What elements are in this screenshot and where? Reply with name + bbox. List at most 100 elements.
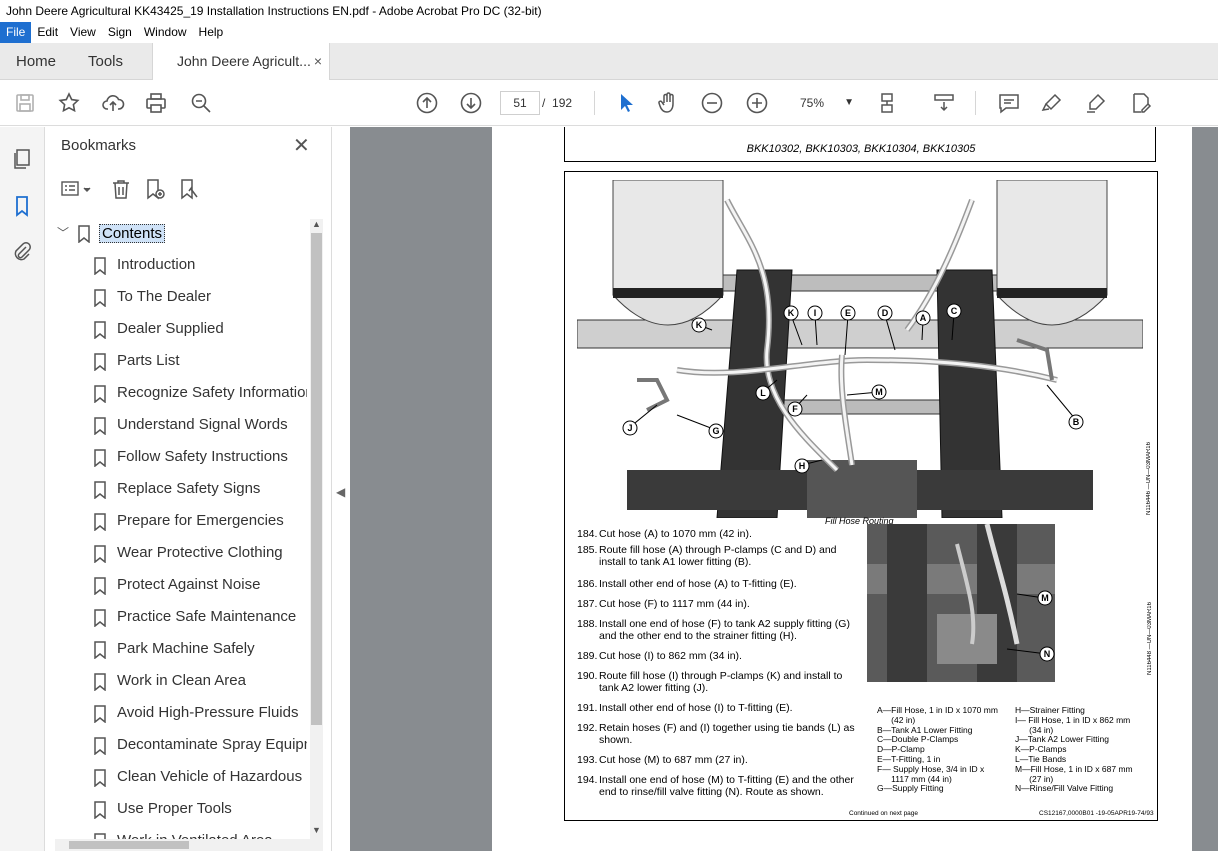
bookmark-item[interactable]: Prepare for Emergencies bbox=[55, 509, 307, 535]
zoom-out-icon[interactable] bbox=[700, 91, 724, 115]
scroll-down-icon[interactable]: ▼ bbox=[312, 825, 321, 835]
tab-bar: Home Tools John Deere Agricult... × bbox=[0, 43, 1218, 81]
bookmark-item[interactable]: Work in Clean Area bbox=[55, 669, 307, 695]
bookmark-item[interactable]: Use Proper Tools bbox=[55, 797, 307, 823]
star-icon[interactable] bbox=[57, 91, 81, 115]
bookmark-icon bbox=[94, 641, 106, 659]
document-code: CS12167,0000B01 -19-05APR19-74/93 bbox=[1039, 810, 1154, 817]
scroll-up-icon[interactable]: ▲ bbox=[312, 219, 321, 229]
menu-window[interactable]: Window bbox=[138, 22, 193, 43]
bookmark-item[interactable]: Replace Safety Signs bbox=[55, 477, 307, 503]
step-number: 194. bbox=[577, 774, 598, 786]
sign-pen-icon[interactable] bbox=[1084, 91, 1108, 115]
menu-view[interactable]: View bbox=[64, 22, 102, 43]
menu-sign[interactable]: Sign bbox=[102, 22, 138, 43]
page-thumbnails-icon[interactable] bbox=[10, 147, 34, 171]
bookmark-item[interactable]: Protect Against Noise bbox=[55, 573, 307, 599]
bookmark-item[interactable]: Recognize Safety Information bbox=[55, 381, 307, 407]
step-text: Retain hoses (F) and (I) together using … bbox=[599, 722, 855, 746]
bookmark-icon bbox=[94, 673, 106, 691]
collapse-panel-icon[interactable]: ◀ bbox=[336, 485, 345, 499]
bookmark-item[interactable]: Wear Protective Clothing bbox=[55, 541, 307, 567]
tab-document[interactable]: John Deere Agricult... × bbox=[152, 43, 330, 81]
bookmark-item[interactable]: Practice Safe Maintenance bbox=[55, 605, 307, 631]
menu-help[interactable]: Help bbox=[193, 22, 230, 43]
bookmark-panel-icon[interactable] bbox=[10, 194, 34, 218]
svg-text:D: D bbox=[882, 308, 889, 318]
menu-bar: File Edit View Sign Window Help bbox=[0, 22, 1218, 43]
next-page-icon[interactable] bbox=[459, 91, 483, 115]
new-bookmark-icon[interactable] bbox=[143, 177, 167, 201]
bookmark-item[interactable]: Understand Signal Words bbox=[55, 413, 307, 439]
bookmark-options-icon[interactable] bbox=[59, 177, 95, 201]
edit-pdf-icon[interactable] bbox=[1129, 91, 1153, 115]
bookmark-icon bbox=[94, 353, 106, 371]
scroll-mode-icon[interactable] bbox=[932, 91, 956, 115]
bookmark-item[interactable]: Work in Ventilated Area bbox=[55, 829, 307, 839]
step-number: 192. bbox=[577, 722, 598, 734]
step-number: 188. bbox=[577, 618, 598, 630]
menu-file[interactable]: File bbox=[0, 22, 32, 43]
comment-icon[interactable] bbox=[997, 91, 1021, 115]
save-icon[interactable] bbox=[13, 91, 37, 115]
step-number: 186. bbox=[577, 578, 598, 590]
page-header-box: BKK10302, BKK10303, BKK10304, BKK10305 bbox=[564, 127, 1156, 162]
bookmark-label: Dealer Supplied bbox=[117, 320, 224, 337]
bookmark-icon bbox=[94, 289, 106, 307]
bookmark-root-contents[interactable]: ﹀ Contents bbox=[55, 221, 307, 247]
previous-page-icon[interactable] bbox=[415, 91, 439, 115]
close-icon[interactable]: ✕ bbox=[293, 133, 310, 158]
bookmark-item[interactable]: Parts List bbox=[55, 349, 307, 375]
bookmark-item[interactable]: Clean Vehicle of Hazardous C bbox=[55, 765, 307, 791]
bookmark-item[interactable]: Dealer Supplied bbox=[55, 317, 307, 343]
scrollbar-thumb[interactable] bbox=[69, 841, 189, 849]
bookmark-item[interactable]: Avoid High-Pressure Fluids bbox=[55, 701, 307, 727]
page-number-input[interactable]: 51 bbox=[500, 91, 540, 115]
tab-document-label: John Deere Agricult... bbox=[177, 53, 311, 69]
tab-tools[interactable]: Tools bbox=[88, 43, 123, 80]
bookmark-item[interactable]: Decontaminate Spray Equipm bbox=[55, 733, 307, 759]
step-text: Install other end of hose (A) to T-fitti… bbox=[599, 578, 797, 590]
pdf-page: BKK10302, BKK10303, BKK10304, BKK10305 K… bbox=[492, 127, 1192, 851]
document-viewport[interactable]: BKK10302, BKK10303, BKK10304, BKK10305 K… bbox=[350, 127, 1218, 851]
bookmarks-horizontal-scrollbar[interactable] bbox=[55, 839, 323, 851]
menu-edit[interactable]: Edit bbox=[31, 22, 64, 43]
scrollbar-thumb[interactable] bbox=[311, 233, 322, 725]
svg-text:B: B bbox=[1073, 417, 1080, 427]
bookmark-item[interactable]: To The Dealer bbox=[55, 285, 307, 311]
figure-id: N116446 —UN—03MAR16 bbox=[1146, 442, 1152, 515]
page-total-count: 192 bbox=[552, 96, 573, 110]
bookmark-item[interactable]: Introduction bbox=[55, 253, 307, 279]
zoom-in-icon[interactable] bbox=[745, 91, 769, 115]
bookmarks-scrollbar[interactable]: ▲ ▼ bbox=[310, 219, 323, 839]
page-fit-icon[interactable] bbox=[876, 91, 900, 115]
zoom-level-select[interactable]: 75% ▼ bbox=[790, 91, 858, 115]
bookmark-icon bbox=[78, 225, 90, 243]
tab-home[interactable]: Home bbox=[16, 43, 56, 80]
bookmark-label: Contents bbox=[99, 224, 166, 243]
zoom-search-icon[interactable] bbox=[189, 91, 213, 115]
upload-cloud-icon[interactable] bbox=[101, 91, 125, 115]
svg-text:I: I bbox=[814, 308, 817, 318]
find-bookmark-icon[interactable] bbox=[177, 177, 201, 201]
bookmark-label: Park Machine Safely bbox=[117, 640, 255, 657]
step-number: 185. bbox=[577, 544, 598, 556]
select-cursor-icon[interactable] bbox=[614, 91, 638, 115]
step-text: Install other end of hose (I) to T-fitti… bbox=[599, 702, 793, 714]
rinse-valve-illustration: M N bbox=[867, 524, 1055, 682]
tab-close-icon[interactable]: × bbox=[314, 43, 322, 80]
print-icon[interactable] bbox=[144, 91, 168, 115]
hand-tool-icon[interactable] bbox=[656, 91, 680, 115]
highlight-pen-icon[interactable] bbox=[1040, 91, 1064, 115]
step-text: Cut hose (F) to 1117 mm (44 in). bbox=[599, 598, 750, 610]
bookmark-icon bbox=[94, 321, 106, 339]
svg-text:M: M bbox=[1041, 593, 1049, 603]
delete-bookmark-icon[interactable] bbox=[109, 177, 133, 201]
legend-right-column: H—Strainer Fitting I— Fill Hose, 1 in ID … bbox=[1015, 705, 1153, 794]
chevron-down-icon[interactable]: ﹀ bbox=[57, 224, 69, 241]
window-title: John Deere Agricultural KK43425_19 Insta… bbox=[0, 0, 1218, 22]
attachment-icon[interactable] bbox=[10, 240, 34, 264]
step-text: Cut hose (M) to 687 mm (27 in). bbox=[599, 754, 748, 766]
bookmark-item[interactable]: Park Machine Safely bbox=[55, 637, 307, 663]
bookmark-item[interactable]: Follow Safety Instructions bbox=[55, 445, 307, 471]
